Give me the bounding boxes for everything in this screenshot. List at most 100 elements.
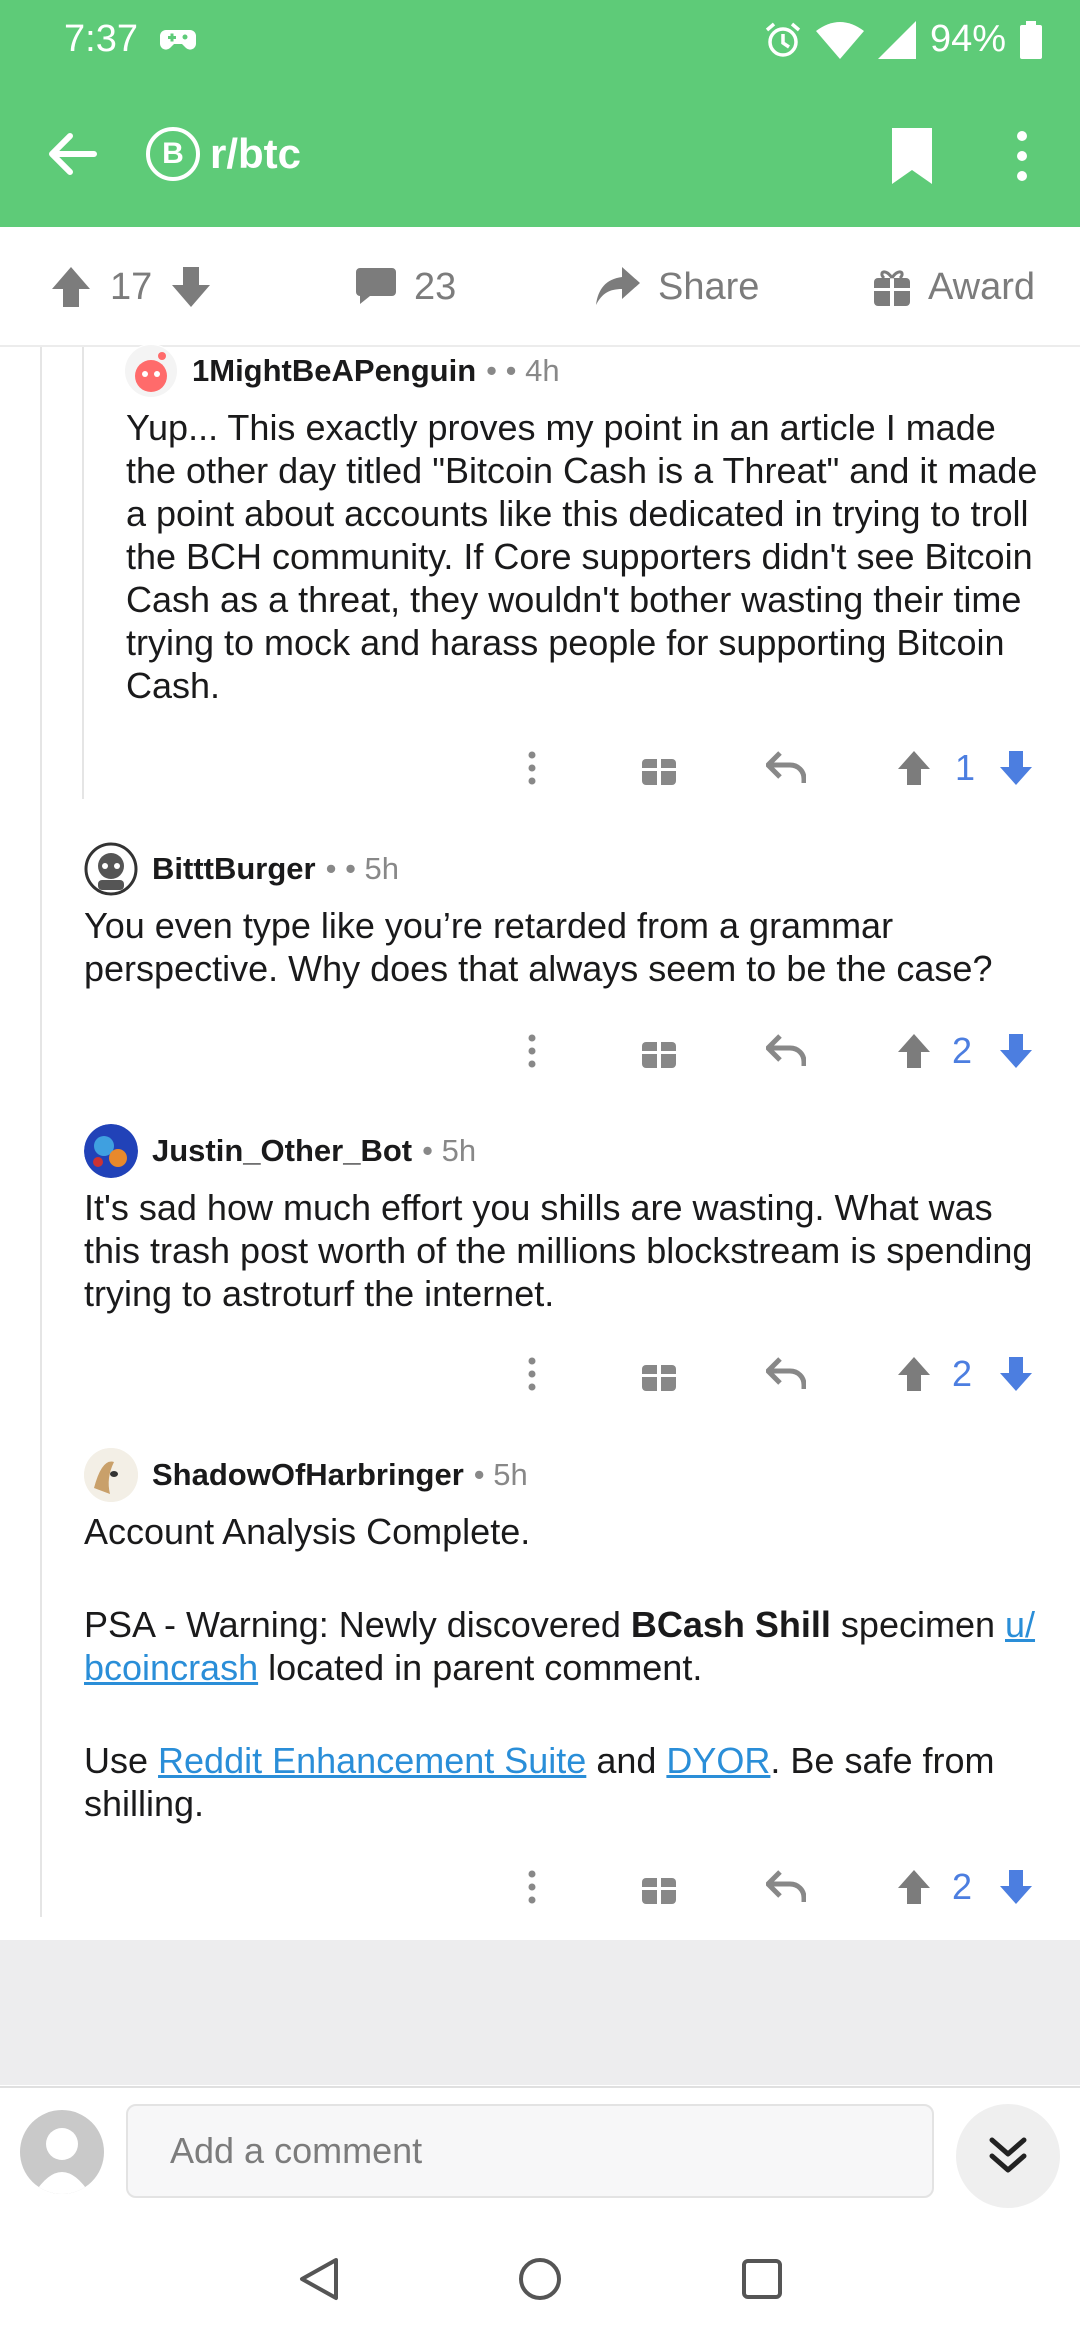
text: and <box>586 1740 667 1781</box>
more-options-button[interactable] <box>528 1344 536 1404</box>
award-button[interactable] <box>642 1857 676 1917</box>
award-button[interactable] <box>642 738 676 798</box>
face-avatar-icon <box>84 1448 138 1502</box>
downvote-icon[interactable] <box>170 265 212 309</box>
downvote-icon <box>1000 1034 1032 1068</box>
vertical-dots-icon <box>528 751 536 785</box>
comment-actions: 1 <box>500 738 1060 798</box>
share-arrow-icon <box>596 267 640 305</box>
collapse-button[interactable] <box>956 2104 1060 2208</box>
text: located in parent comment. <box>258 1647 703 1688</box>
downvote-button[interactable] <box>998 1344 1034 1404</box>
upvote-icon <box>898 1034 930 1068</box>
gift-icon <box>642 759 676 785</box>
comments-button[interactable]: 23 <box>356 227 456 347</box>
more-options-button[interactable] <box>528 738 536 798</box>
avatar[interactable] <box>84 1448 138 1502</box>
comment-header: Justin_Other_Bot • 5h <box>84 1124 476 1178</box>
planet-avatar-icon <box>84 1124 138 1178</box>
signal-icon <box>877 20 916 59</box>
comment-composer: Add a comment <box>0 2086 1080 2218</box>
more-options-icon[interactable] <box>1004 128 1040 184</box>
user-silhouette-icon <box>34 2128 90 2194</box>
game-controller-icon <box>160 30 196 50</box>
reply-button[interactable] <box>766 1857 806 1917</box>
comment-header: BitttBurger • • 5h <box>84 842 399 896</box>
vertical-dots-icon <box>528 1870 536 1904</box>
comment-body: You even type like you’re retarded from … <box>84 905 993 989</box>
gift-icon <box>642 1878 676 1904</box>
reply-button[interactable] <box>766 1344 806 1404</box>
award-button[interactable] <box>642 1344 676 1404</box>
reply-button[interactable] <box>766 1021 806 1081</box>
nav-back-icon[interactable] <box>296 2256 340 2302</box>
upvote-icon <box>898 1870 930 1904</box>
alarm-icon <box>765 22 801 57</box>
share-label: Share <box>658 265 760 308</box>
snoo-avatar-icon <box>125 345 177 397</box>
upvote-icon <box>898 751 930 785</box>
more-options-button[interactable] <box>528 1857 536 1917</box>
award-button[interactable] <box>642 1021 676 1081</box>
upvote-icon <box>898 1357 930 1391</box>
res-link[interactable]: Reddit Enhancement Suite <box>158 1740 586 1781</box>
thread-line <box>82 347 84 799</box>
text: Use <box>84 1740 159 1781</box>
comment-actions: 2 <box>500 1857 1060 1917</box>
post-action-bar: 17 23 Share Award <box>0 227 1080 347</box>
upvote-button[interactable] <box>896 1344 932 1404</box>
vertical-dots-icon <box>528 1357 536 1391</box>
text: specimen <box>830 1604 1005 1645</box>
bold-text: BCash Shill <box>630 1604 831 1645</box>
reply-button[interactable] <box>766 738 806 798</box>
reply-arrow-icon <box>766 1870 806 1902</box>
comment-author[interactable]: Justin_Other_Bot <box>152 1133 412 1169</box>
upvote-icon[interactable] <box>50 265 92 309</box>
downvote-button[interactable] <box>998 1857 1034 1917</box>
award-button[interactable]: Award <box>874 227 1035 347</box>
comment-paragraph: PSA - Warning: Newly discovered BCash Sh… <box>84 1603 1074 1689</box>
comment-score: 2 <box>952 1866 973 1907</box>
status-time: 7:37 <box>64 18 138 60</box>
comment-author[interactable]: 1MightBeAPenguin <box>192 353 476 389</box>
avatar[interactable] <box>84 842 138 896</box>
comment-actions: 2 <box>500 1344 1060 1404</box>
gift-icon <box>642 1042 676 1068</box>
bookmark-icon[interactable] <box>888 126 936 186</box>
app-bar: B r/btc <box>0 100 1080 210</box>
downvote-button[interactable] <box>998 738 1034 798</box>
comment-meta: • • 5h <box>325 851 400 886</box>
comment-header: ShadowOfHarbringer • 5h <box>84 1448 528 1502</box>
nav-recents-icon[interactable] <box>740 2256 784 2302</box>
share-button[interactable]: Share <box>596 227 759 347</box>
avatar[interactable] <box>124 344 178 398</box>
double-chevron-down-icon <box>989 2137 1027 2173</box>
reply-arrow-icon <box>766 751 806 783</box>
gift-icon <box>874 270 910 306</box>
nav-home-icon[interactable] <box>518 2256 562 2302</box>
comment-author[interactable]: ShadowOfHarbringer <box>152 1457 464 1493</box>
comment-score: 2 <box>952 1030 973 1071</box>
upvote-button[interactable] <box>896 1857 932 1917</box>
more-options-button[interactable] <box>528 1021 536 1081</box>
battery-percent: 94% <box>929 18 1006 60</box>
upvote-button[interactable] <box>896 1021 932 1081</box>
reply-arrow-icon <box>766 1357 806 1389</box>
user-avatar[interactable] <box>20 2110 104 2194</box>
comment-score: 1 <box>955 747 976 788</box>
comment-meta: • 5h <box>473 1457 528 1492</box>
comment-meta: • 5h <box>422 1133 477 1168</box>
comment-body: It's sad how much effort you shills are … <box>84 1187 1033 1314</box>
comment-meta: • • 4h <box>486 353 560 388</box>
dyor-link[interactable]: DYOR <box>666 1740 770 1781</box>
avatar[interactable] <box>84 1124 138 1178</box>
comment-author[interactable]: BitttBurger <box>152 851 316 887</box>
add-comment-input[interactable]: Add a comment <box>126 2104 934 2198</box>
upvote-button[interactable] <box>896 738 932 798</box>
reply-arrow-icon <box>766 1034 806 1066</box>
comment-count: 23 <box>414 265 457 308</box>
back-arrow-icon[interactable] <box>42 124 102 184</box>
subreddit-name[interactable]: r/btc <box>210 130 301 178</box>
comment-body: Yup... This exactly proves my point in a… <box>126 407 1038 706</box>
downvote-button[interactable] <box>998 1021 1034 1081</box>
